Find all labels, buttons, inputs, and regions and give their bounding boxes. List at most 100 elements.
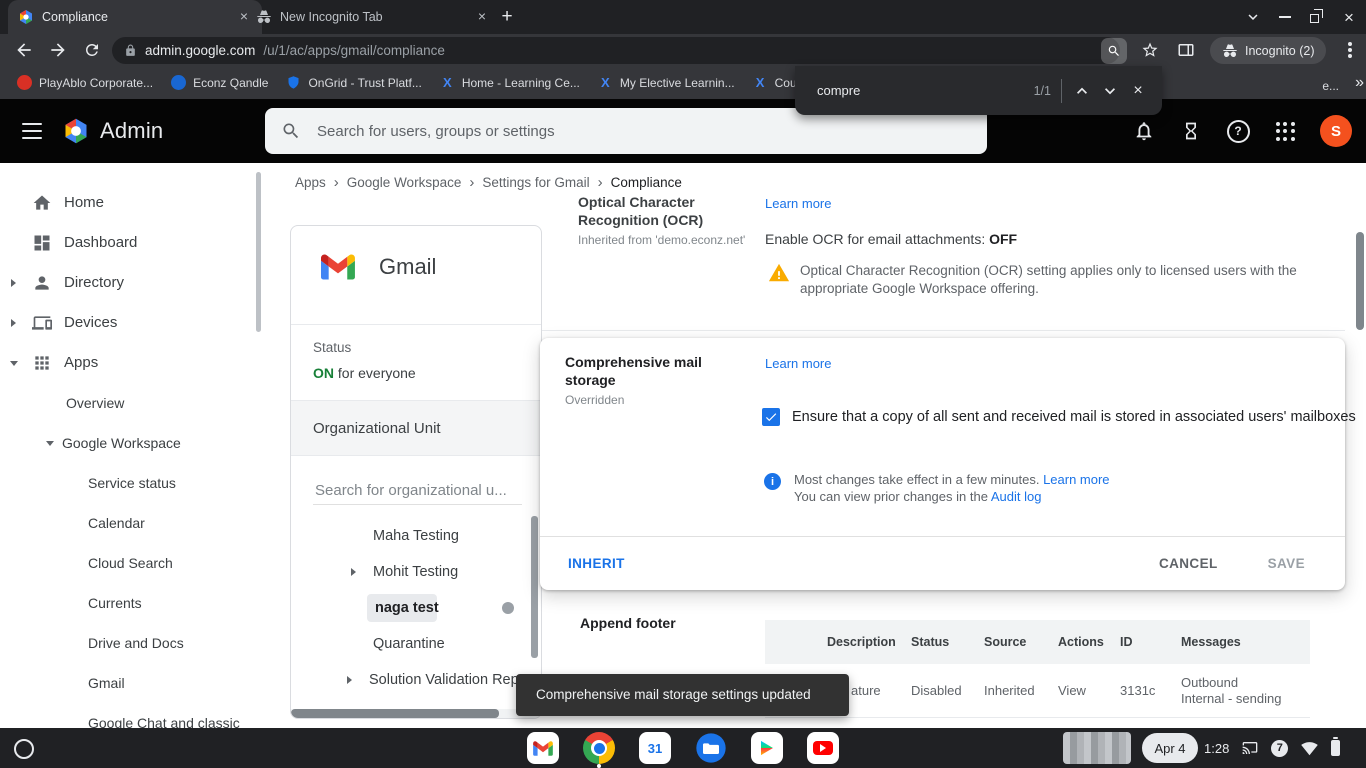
forward-button[interactable] bbox=[46, 38, 70, 62]
dialog-footer: INHERIT CANCEL SAVE bbox=[540, 536, 1345, 590]
battery-icon bbox=[1331, 737, 1341, 756]
breadcrumb-apps[interactable]: Apps bbox=[295, 175, 326, 190]
sidebar-item-drive-and-docs[interactable]: Drive and Docs bbox=[0, 623, 254, 663]
expand-chevron-icon[interactable] bbox=[11, 279, 16, 287]
google-apps-grid-icon[interactable] bbox=[1273, 119, 1297, 143]
scrollbar-thumb[interactable] bbox=[291, 709, 499, 718]
learn-more-link[interactable]: Learn more bbox=[1043, 472, 1109, 487]
sidebar-item-cloud-search[interactable]: Cloud Search bbox=[0, 543, 254, 583]
window-restore-button[interactable] bbox=[1302, 0, 1332, 34]
window-minimize-button[interactable] bbox=[1270, 0, 1300, 34]
org-tree-scrollbar-thumb[interactable] bbox=[531, 516, 538, 658]
find-input[interactable] bbox=[815, 82, 1034, 99]
launcher-button[interactable] bbox=[14, 739, 34, 759]
reload-button[interactable] bbox=[80, 38, 104, 62]
youtube-app-icon[interactable] bbox=[807, 732, 839, 764]
notifications-bell-icon[interactable] bbox=[1132, 119, 1156, 143]
sidebar-item-service-status[interactable]: Service status bbox=[0, 463, 254, 503]
x-logo-favicon: X bbox=[442, 75, 452, 90]
tab-new-incognito[interactable]: New Incognito Tab × bbox=[246, 0, 500, 34]
cell-description: ature bbox=[851, 683, 881, 698]
clock-label: 1:28 bbox=[1204, 740, 1230, 756]
bookmark-star-icon[interactable] bbox=[1138, 38, 1162, 62]
hourglass-tasks-icon[interactable] bbox=[1179, 119, 1203, 143]
files-app-icon[interactable] bbox=[695, 732, 727, 764]
inherit-button[interactable]: INHERIT bbox=[568, 556, 625, 571]
sidebar-item-currents[interactable]: Currents bbox=[0, 583, 254, 623]
x-logo-favicon: X bbox=[755, 75, 765, 90]
gmail-app-icon[interactable] bbox=[527, 732, 559, 764]
sidebar-item-directory[interactable]: Directory bbox=[0, 263, 254, 303]
sidebar-scrollbar-thumb[interactable] bbox=[256, 172, 261, 332]
sidebar-item-dashboard[interactable]: Dashboard bbox=[0, 223, 254, 263]
org-tree-item[interactable]: Mohit Testing bbox=[291, 554, 541, 590]
org-tree-item[interactable]: Solution Validation Rep bbox=[291, 662, 541, 698]
expand-chevron-icon[interactable] bbox=[351, 568, 356, 576]
window-close-button[interactable]: × bbox=[1334, 0, 1364, 34]
view-link[interactable]: View bbox=[1058, 664, 1086, 717]
bookmark-item[interactable]: X My Elective Learnin... bbox=[589, 72, 744, 93]
sidebar-item-apps[interactable]: Apps bbox=[0, 343, 254, 383]
snackbar-toast: Comprehensive mail storage settings upda… bbox=[516, 674, 849, 716]
org-tree-horizontal-scrollbar[interactable] bbox=[291, 709, 541, 718]
side-panel-icon[interactable] bbox=[1174, 38, 1198, 62]
bookmark-item[interactable]: X Home - Learning Ce... bbox=[431, 72, 589, 93]
address-bar[interactable]: admin.google.com/u/1/ac/apps/gmail/compl… bbox=[112, 37, 1120, 64]
audit-log-link[interactable]: Audit log bbox=[991, 489, 1042, 504]
org-unit-section-label: Organizational Unit bbox=[291, 400, 541, 456]
inherited-from-label: Inherited from 'demo.econz.net' bbox=[578, 233, 746, 247]
tab-compliance[interactable]: Compliance × bbox=[8, 0, 262, 34]
browser-menu-kebab-icon[interactable] bbox=[1338, 38, 1362, 62]
incognito-badge[interactable]: Incognito (2) bbox=[1210, 37, 1327, 64]
storage-checkbox[interactable] bbox=[762, 408, 780, 426]
org-unit-search-input[interactable] bbox=[313, 476, 522, 505]
org-tree-item[interactable]: Quarantine bbox=[291, 626, 541, 662]
bookmark-item[interactable]: OnGrid - Trust Platf... bbox=[277, 72, 430, 93]
col-source: Source bbox=[984, 635, 1027, 649]
expand-chevron-icon[interactable] bbox=[11, 319, 16, 327]
breadcrumb-google-workspace[interactable]: Google Workspace bbox=[347, 175, 462, 190]
help-icon[interactable]: ? bbox=[1226, 119, 1250, 143]
collapse-chevron-icon[interactable] bbox=[10, 361, 18, 366]
cancel-button[interactable]: CANCEL bbox=[1159, 556, 1218, 571]
play-store-app-icon[interactable] bbox=[751, 732, 783, 764]
back-button[interactable] bbox=[12, 38, 36, 62]
screenshot-preview-thumbnail[interactable] bbox=[1063, 732, 1131, 764]
learn-more-link[interactable]: Learn more bbox=[765, 196, 831, 211]
main-menu-hamburger-icon[interactable] bbox=[22, 123, 42, 139]
warning-icon bbox=[768, 263, 790, 282]
cell-status: Disabled bbox=[911, 683, 962, 698]
collapse-chevron-icon[interactable] bbox=[46, 441, 54, 446]
sidebar-item-gmail[interactable]: Gmail bbox=[0, 663, 254, 703]
chrome-app-icon[interactable] bbox=[583, 732, 615, 764]
new-tab-button[interactable]: + bbox=[496, 6, 518, 28]
shelf-date-pill[interactable]: Apr 4 bbox=[1142, 733, 1198, 763]
bookmark-item[interactable]: Econz Qandle bbox=[162, 72, 277, 93]
find-next-icon[interactable] bbox=[1096, 77, 1124, 105]
sidebar-item-calendar[interactable]: Calendar bbox=[0, 503, 254, 543]
account-avatar[interactable]: S bbox=[1320, 115, 1352, 147]
calendar-app-icon[interactable]: 31 bbox=[639, 732, 671, 764]
bookmark-item[interactable]: PlayAblo Corporate... bbox=[8, 72, 162, 93]
sidebar-item-google-workspace[interactable]: Google Workspace bbox=[0, 423, 254, 463]
sidebar-item-devices[interactable]: Devices bbox=[0, 303, 254, 343]
expand-chevron-icon[interactable] bbox=[347, 676, 352, 684]
main-scrollbar-thumb[interactable] bbox=[1356, 232, 1364, 330]
sidebar-item-google-chat[interactable]: Google Chat and classic bbox=[0, 703, 254, 728]
org-tree-item-selected[interactable]: naga test bbox=[291, 590, 541, 626]
sidebar-item-overview[interactable]: Overview bbox=[0, 383, 254, 423]
learn-more-link[interactable]: Learn more bbox=[765, 356, 831, 371]
directory-person-icon bbox=[35, 276, 49, 290]
bookmarks-overflow-chevron-icon[interactable]: » bbox=[1349, 66, 1366, 99]
find-close-icon[interactable]: × bbox=[1124, 77, 1152, 105]
admin-search-input[interactable] bbox=[315, 121, 971, 141]
admin-sidebar: Home Dashboard Directory Devices Apps Ov… bbox=[0, 163, 270, 728]
find-previous-icon[interactable] bbox=[1068, 77, 1096, 105]
tab-search-chevron-icon[interactable] bbox=[1238, 0, 1268, 34]
status-tray[interactable]: 1:28 7 bbox=[1204, 728, 1341, 768]
sidebar-item-home[interactable]: Home bbox=[0, 183, 254, 223]
org-tree-item[interactable]: Maha Testing bbox=[291, 518, 541, 554]
active-extension-icon[interactable] bbox=[1101, 38, 1127, 64]
tab-close-icon[interactable]: × bbox=[474, 9, 490, 25]
save-button-disabled[interactable]: SAVE bbox=[1268, 556, 1305, 571]
